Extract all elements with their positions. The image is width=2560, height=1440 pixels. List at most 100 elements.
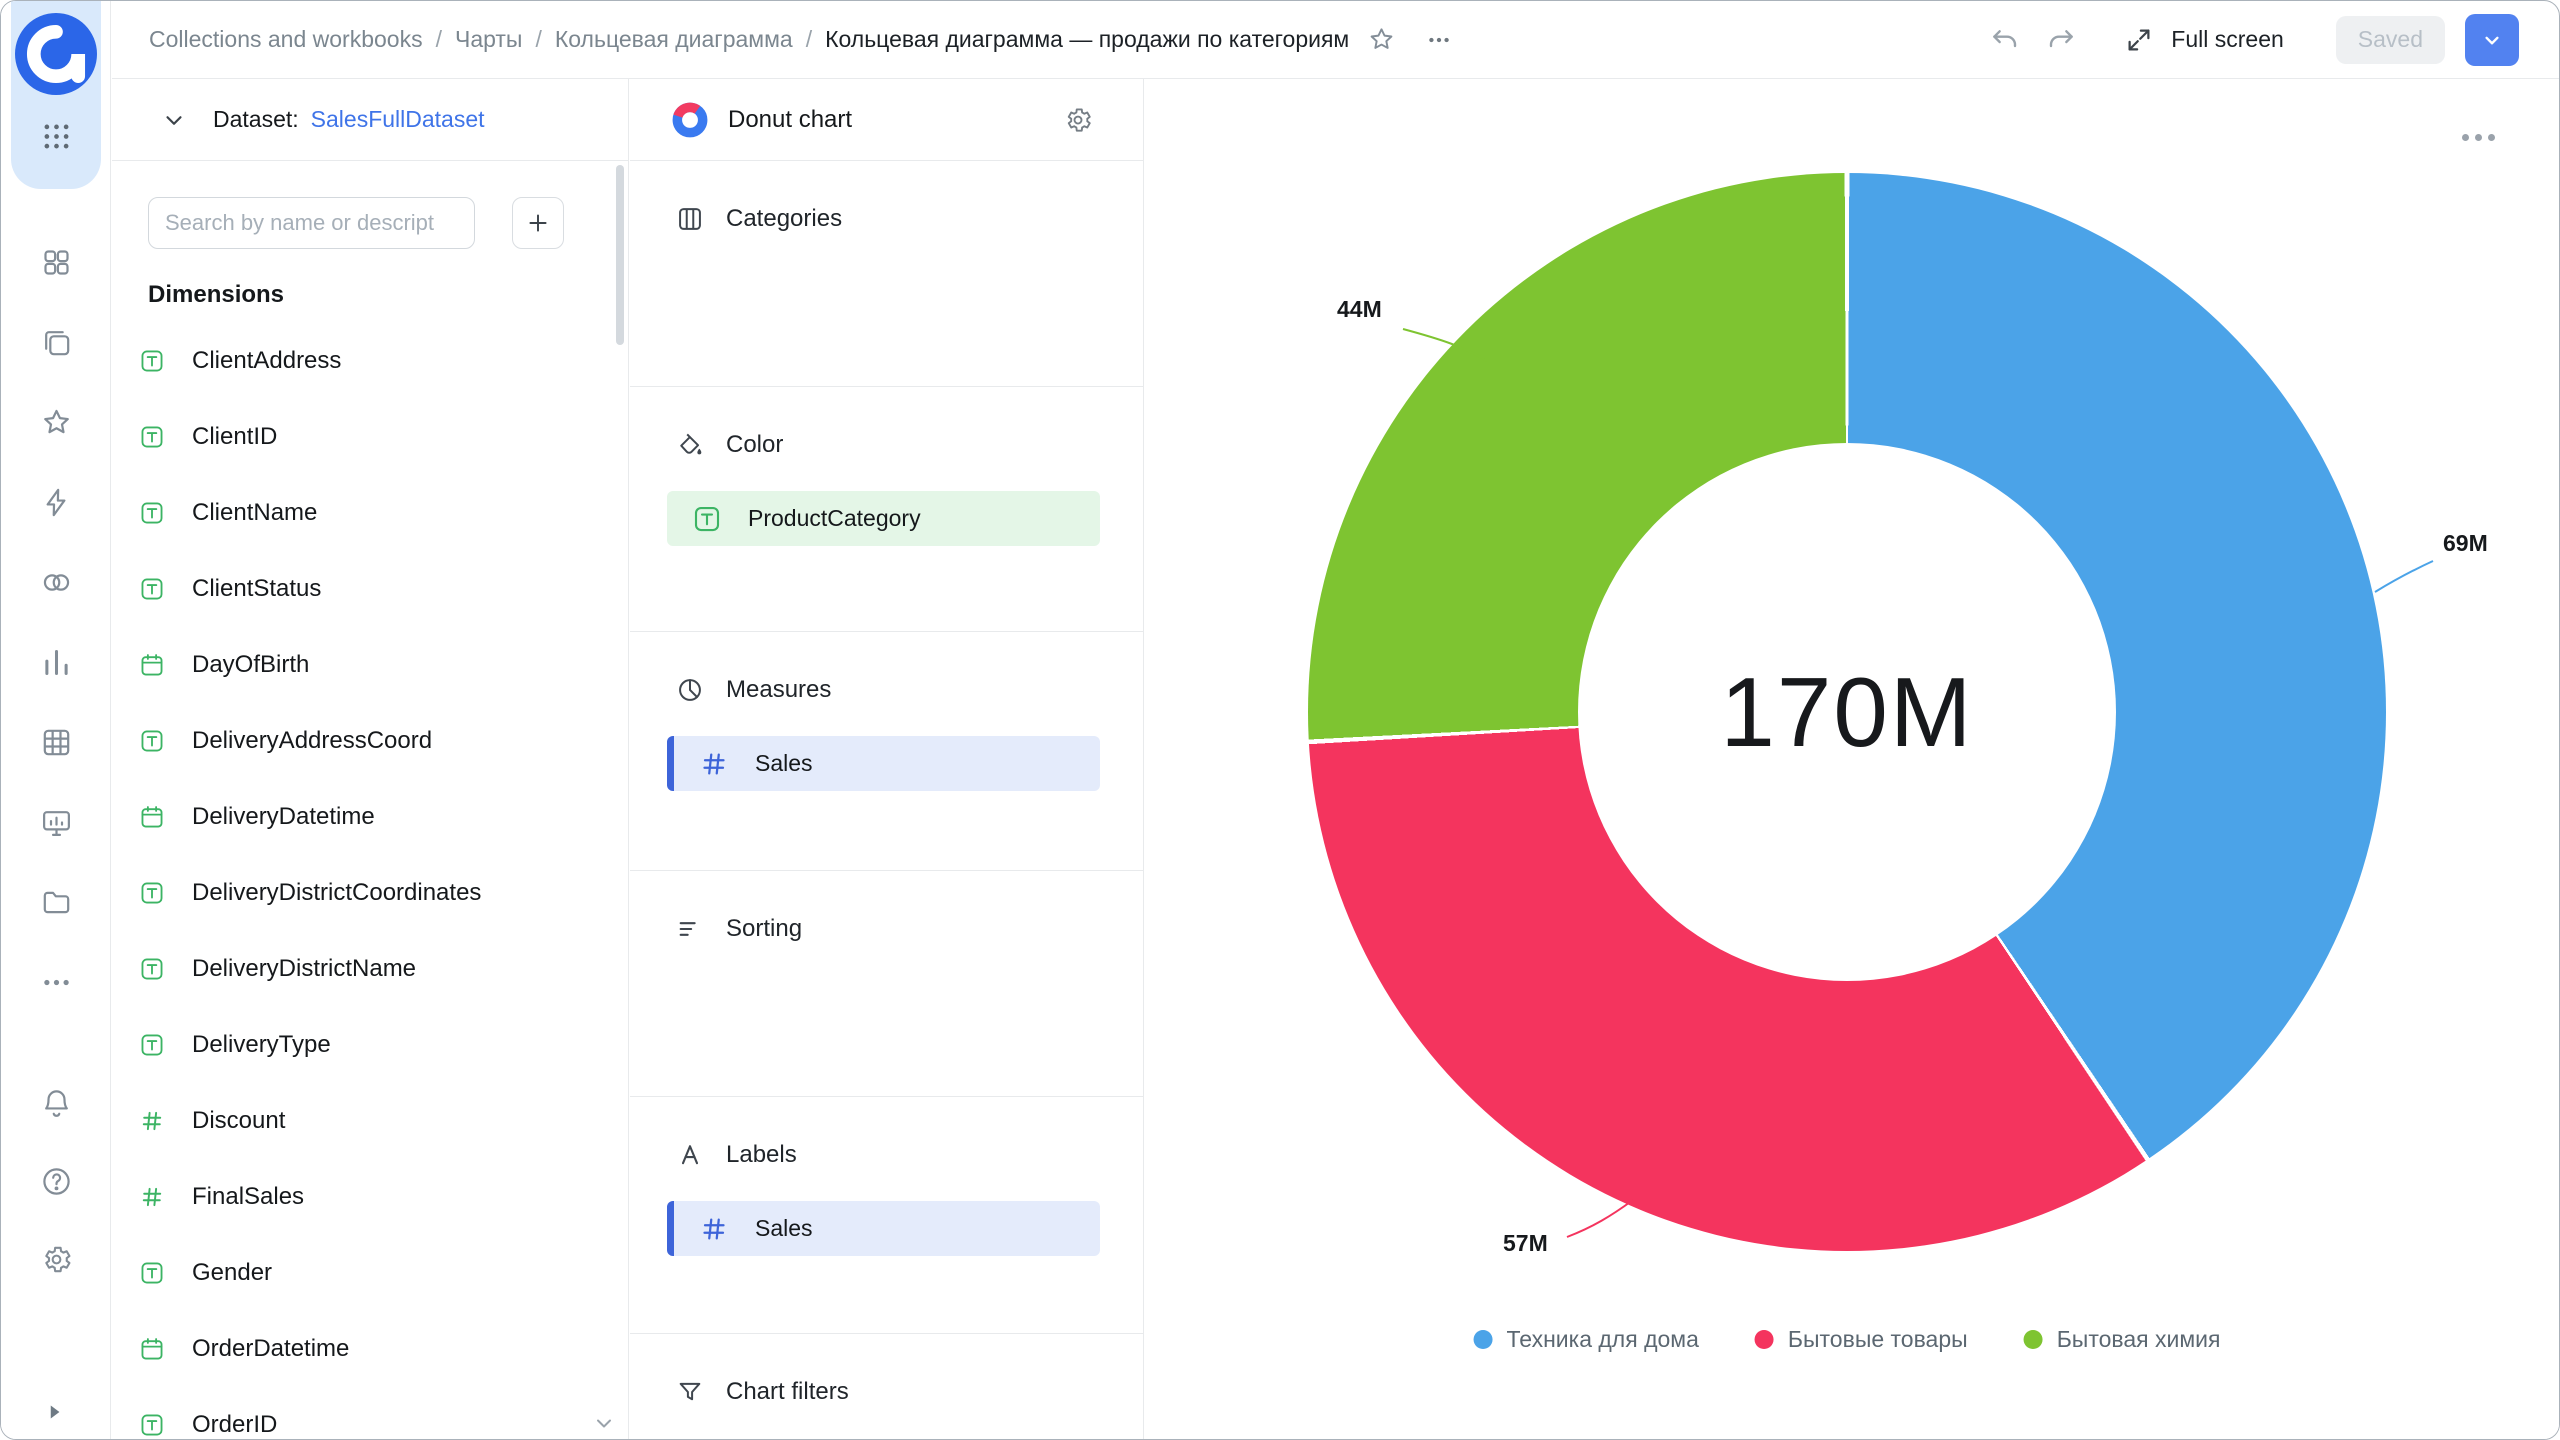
dataset-field-item[interactable]: DeliveryType: [112, 1007, 628, 1083]
field-name: Gender: [192, 1259, 272, 1287]
saved-button[interactable]: Saved: [2336, 16, 2445, 64]
paint-bucket-icon: [676, 431, 704, 459]
question-icon[interactable]: [40, 1165, 73, 1198]
legend-label: Бытовая химия: [2057, 1326, 2221, 1353]
section-categories: Categories: [630, 199, 1143, 387]
gear-icon[interactable]: [40, 1243, 73, 1276]
save-dropdown-button[interactable]: [2465, 14, 2519, 66]
letter-a-icon: [676, 1141, 704, 1169]
categories-icon: [676, 205, 704, 233]
dataset-field-item[interactable]: ClientName: [112, 475, 628, 551]
chevron-down-icon[interactable]: [161, 107, 187, 133]
field-name: DeliveryDistrictName: [192, 955, 416, 983]
table-grid-icon[interactable]: [40, 726, 73, 759]
favorite-star-icon[interactable]: [1359, 18, 1403, 62]
legend-color-dot: [2024, 1330, 2043, 1349]
chip-field-name: ProductCategory: [748, 505, 921, 532]
section-label: Sorting: [726, 915, 802, 943]
breadcrumb-separator: [436, 26, 442, 53]
donut-chart-type-icon[interactable]: [671, 101, 709, 139]
scroll-down-icon[interactable]: [592, 1411, 616, 1435]
dataset-field-item[interactable]: FinalSales: [112, 1159, 628, 1235]
color-field-chip[interactable]: ProductCategory: [667, 491, 1100, 546]
dataset-label: Dataset:: [213, 106, 299, 133]
more-menu-icon[interactable]: [1417, 18, 1461, 62]
dataset-field-item[interactable]: ClientAddress: [112, 323, 628, 399]
legend-item[interactable]: Техника для дома: [1474, 1326, 1699, 1353]
breadcrumb-charts[interactable]: Чарты: [455, 26, 522, 53]
chevron-down-icon: [2479, 27, 2505, 53]
expand-panel-icon[interactable]: [41, 1399, 67, 1425]
dataset-field-item[interactable]: OrderID: [112, 1387, 628, 1440]
breadcrumb-workbook[interactable]: Кольцевая диаграмма: [555, 26, 793, 53]
segment-value-label: 44M: [1337, 296, 1382, 323]
dataset-field-item[interactable]: ClientStatus: [112, 551, 628, 627]
star-icon[interactable]: [40, 406, 73, 439]
dimensions-heading: Dimensions: [148, 281, 628, 309]
section-label: Measures: [726, 676, 831, 704]
topbar: Collections and workbooks Чарты Кольцева…: [112, 1, 2559, 79]
redo-icon[interactable]: [2039, 18, 2083, 62]
monitor-chart-icon[interactable]: [40, 806, 73, 839]
chart-area: 170M 44M 69M 57M Техника для домаБытовые…: [1145, 80, 2560, 1440]
legend-label: Техника для дома: [1507, 1326, 1699, 1353]
dataset-field-item[interactable]: ClientID: [112, 399, 628, 475]
field-name: DeliveryDatetime: [192, 803, 375, 831]
breadcrumb-current-chart: Кольцевая диаграмма — продажи по категор…: [825, 26, 1349, 53]
segment-value-label: 69M: [2443, 530, 2488, 557]
chart-more-menu-icon[interactable]: [2462, 134, 2495, 141]
field-name: ClientStatus: [192, 575, 321, 603]
dataset-field-item[interactable]: DeliveryDistrictCoordinates: [112, 855, 628, 931]
label-field-chip[interactable]: Sales: [667, 1201, 1100, 1256]
section-label: Categories: [726, 205, 842, 233]
text-type-icon: [692, 504, 722, 534]
ellipsis-icon[interactable]: [40, 966, 73, 999]
rail-utility: [1, 1087, 111, 1276]
dataset-field-item[interactable]: DeliveryDistrictName: [112, 931, 628, 1007]
undo-icon[interactable]: [1983, 18, 2027, 62]
field-name: ClientName: [192, 499, 317, 527]
dataset-field-item[interactable]: Gender: [112, 1235, 628, 1311]
dataset-field-item[interactable]: DeliveryAddressCoord: [112, 703, 628, 779]
donut-chart[interactable]: 170M: [1308, 173, 2386, 1251]
stacked-squares-icon[interactable]: [40, 326, 73, 359]
lightning-icon[interactable]: [40, 486, 73, 519]
datalens-logo[interactable]: [15, 13, 97, 95]
fullscreen-icon[interactable]: [2117, 18, 2161, 62]
scrollbar-thumb[interactable]: [616, 165, 624, 345]
dataset-field-item[interactable]: DeliveryDatetime: [112, 779, 628, 855]
text-type-icon: [139, 424, 165, 450]
bell-icon[interactable]: [40, 1087, 73, 1120]
field-name: Discount: [192, 1107, 285, 1135]
add-field-button[interactable]: [512, 197, 564, 249]
funnel-icon: [676, 1378, 704, 1406]
legend-color-dot: [1474, 1330, 1493, 1349]
measure-field-chip[interactable]: Sales: [667, 736, 1100, 791]
breadcrumb-collections[interactable]: Collections and workbooks: [149, 26, 423, 53]
field-search-row: [148, 197, 628, 249]
fullscreen-label[interactable]: Full screen: [2171, 26, 2283, 53]
app-window: Collections and workbooks Чарты Кольцева…: [0, 0, 2560, 1440]
dataset-field-item[interactable]: Discount: [112, 1083, 628, 1159]
legend-item[interactable]: Бытовые товары: [1755, 1326, 1968, 1353]
apps-grid-icon[interactable]: [40, 120, 73, 153]
bar-chart-icon[interactable]: [40, 646, 73, 679]
chart-settings-gear-icon[interactable]: [1063, 105, 1093, 135]
dataset-header: Dataset: SalesFullDataset: [112, 79, 628, 161]
config-header: Donut chart: [630, 79, 1143, 161]
dataset-name-link[interactable]: SalesFullDataset: [311, 106, 485, 133]
folder-icon[interactable]: [40, 886, 73, 919]
field-name: DeliveryAddressCoord: [192, 727, 432, 755]
squares-grid-icon[interactable]: [40, 246, 73, 279]
plus-icon: [525, 210, 551, 236]
chart-type-label[interactable]: Donut chart: [728, 106, 852, 134]
number-type-icon: [139, 1108, 165, 1134]
legend-item[interactable]: Бытовая химия: [2024, 1326, 2221, 1353]
left-rail: [1, 1, 111, 1439]
search-input[interactable]: [148, 197, 475, 249]
text-type-icon: [139, 348, 165, 374]
field-name: ClientAddress: [192, 347, 341, 375]
dataset-field-item[interactable]: OrderDatetime: [112, 1311, 628, 1387]
dataset-field-item[interactable]: DayOfBirth: [112, 627, 628, 703]
overlapping-circles-icon[interactable]: [40, 566, 73, 599]
